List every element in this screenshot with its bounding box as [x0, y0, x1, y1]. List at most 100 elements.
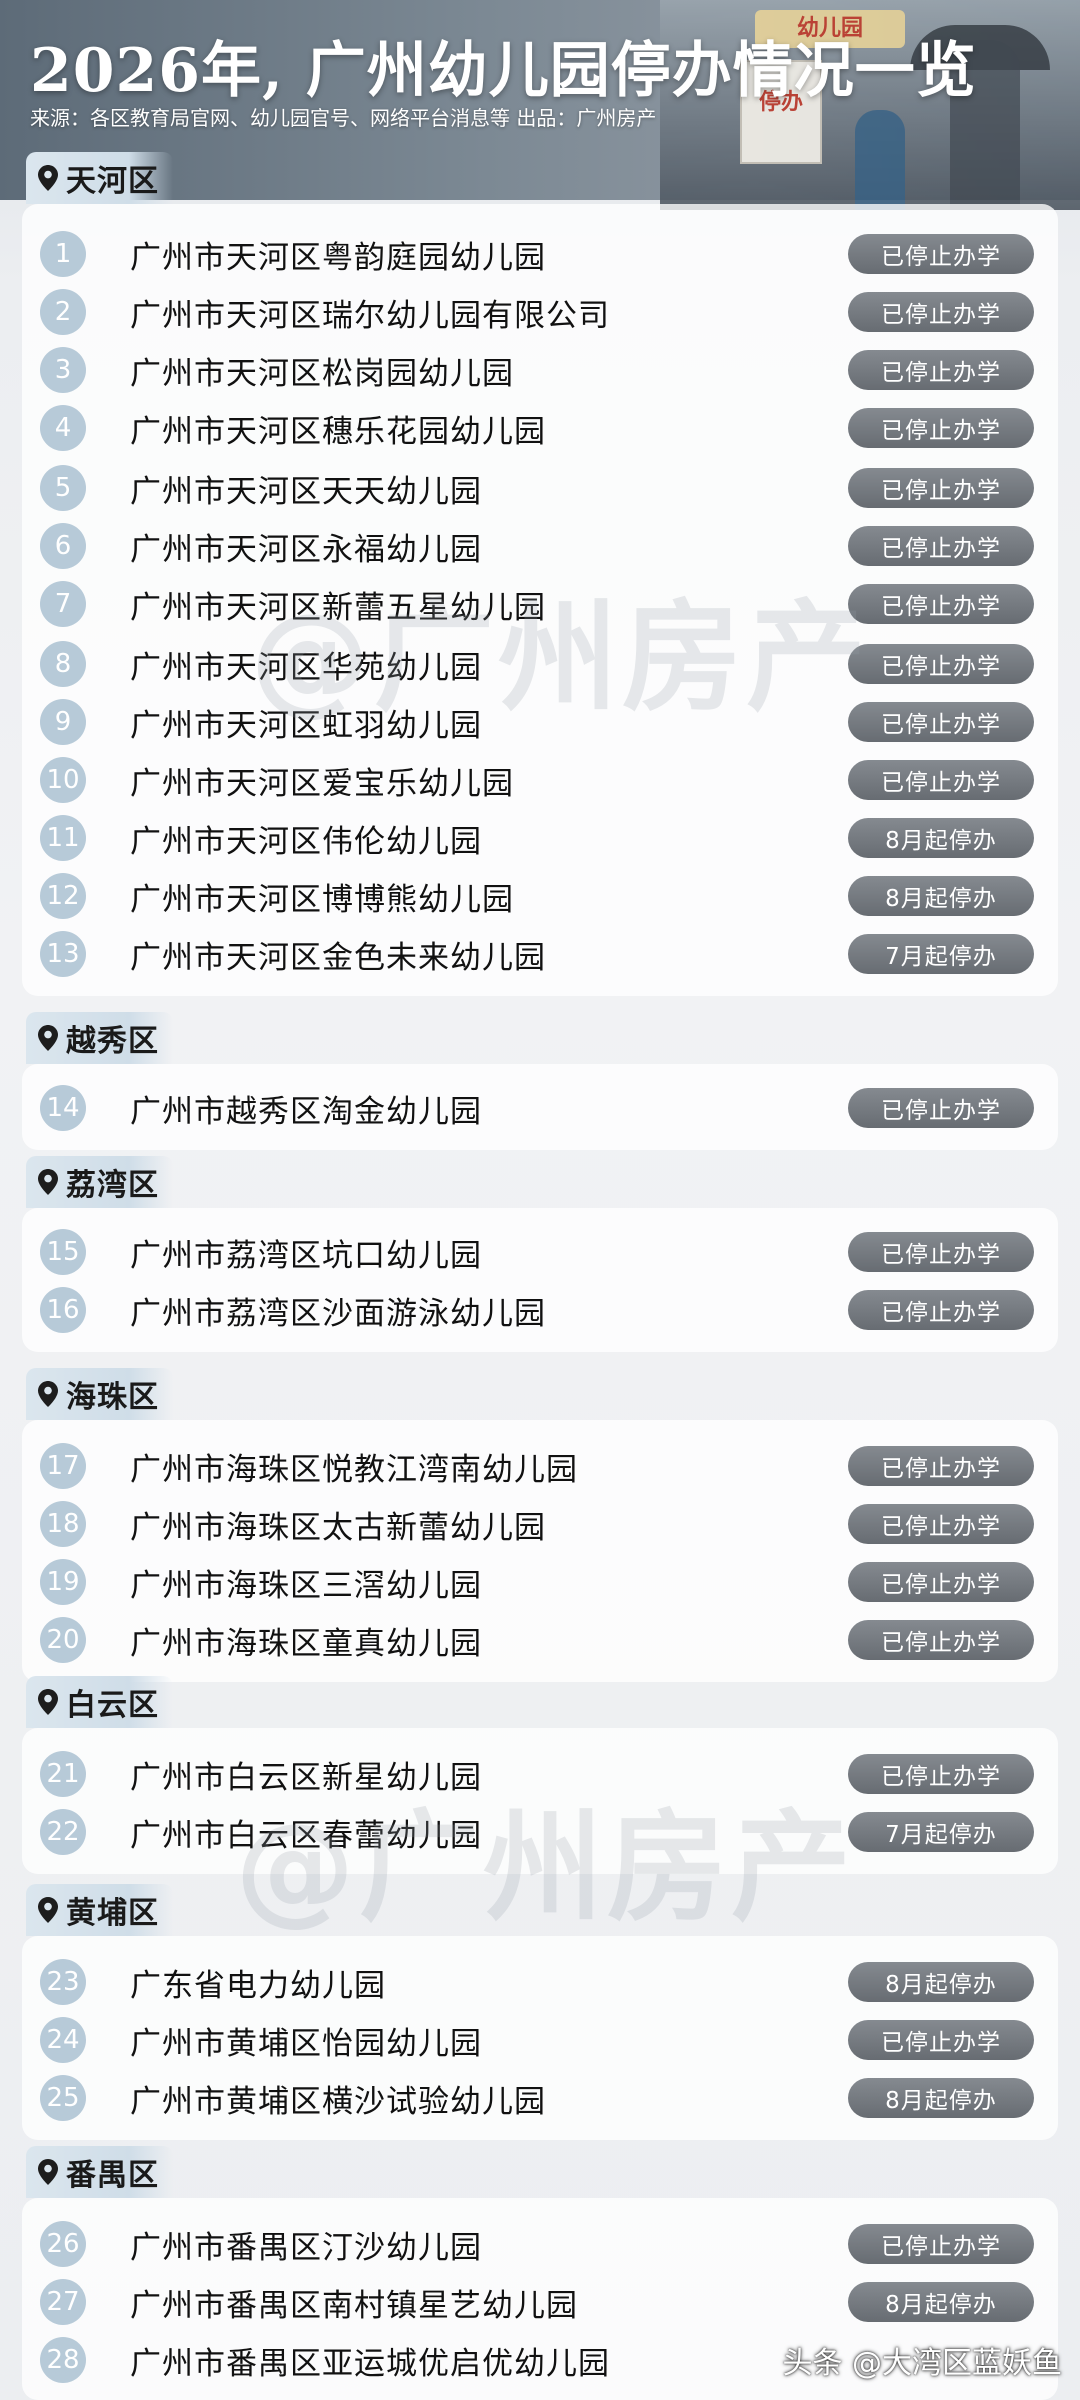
item-number: 19 — [40, 1559, 86, 1605]
map-pin-icon — [38, 1169, 58, 1195]
list-item: 10 广州市天河区爱宝乐幼儿园 已停止办学 — [40, 755, 1040, 805]
item-number: 3 — [40, 347, 86, 393]
status-badge: 7月起停办 — [848, 1812, 1034, 1852]
list-item: 14 广州市越秀区淘金幼儿园 已停止办学 — [40, 1083, 1040, 1133]
map-pin-icon — [38, 165, 58, 191]
list-item: 17 广州市海珠区悦教江湾南幼儿园 已停止办学 — [40, 1441, 1040, 1491]
kindergarten-name: 广州市黄埔区怡园幼儿园 — [130, 2025, 482, 2062]
kindergarten-name: 广州市天河区金色未来幼儿园 — [130, 939, 546, 976]
item-number: 5 — [40, 465, 86, 511]
item-number: 10 — [40, 757, 86, 803]
item-number: 9 — [40, 699, 86, 745]
status-badge: 已停止办学 — [848, 1446, 1034, 1486]
kindergarten-name: 广州市天河区穗乐花园幼儿园 — [130, 413, 546, 450]
district-tag: 黄埔区 — [26, 1884, 173, 1936]
item-number: 26 — [40, 2221, 86, 2267]
list-item: 25 广州市黄埔区横沙试验幼儿园 8月起停办 — [40, 2073, 1040, 2123]
item-number: 7 — [40, 581, 86, 627]
item-number: 6 — [40, 523, 86, 569]
status-badge: 已停止办学 — [848, 468, 1034, 508]
kindergarten-name: 广州市天河区天天幼儿园 — [130, 473, 482, 510]
item-number: 27 — [40, 2279, 86, 2325]
kindergarten-name: 广州市天河区瑞尔幼儿园有限公司 — [130, 297, 610, 334]
district-name: 天河区 — [66, 164, 159, 199]
item-number: 16 — [40, 1287, 86, 1333]
kindergarten-name: 广州市黄埔区横沙试验幼儿园 — [130, 2083, 546, 2120]
kindergarten-name: 广州市海珠区三滘幼儿园 — [130, 1567, 482, 1604]
kindergarten-name: 广州市番禺区亚运城优启优幼儿园 — [130, 2345, 610, 2382]
status-badge: 8月起停办 — [848, 1962, 1034, 2002]
status-badge: 7月起停办 — [848, 934, 1034, 974]
kindergarten-name: 广州市荔湾区坑口幼儿园 — [130, 1237, 482, 1274]
district-tag: 越秀区 — [26, 1012, 173, 1064]
kindergarten-name: 广州市天河区爱宝乐幼儿园 — [130, 765, 514, 802]
status-badge: 8月起停办 — [848, 2282, 1034, 2322]
list-item: 24 广州市黄埔区怡园幼儿园 已停止办学 — [40, 2015, 1040, 2065]
item-number: 28 — [40, 2337, 86, 2383]
list-item: 4 广州市天河区穗乐花园幼儿园 已停止办学 — [40, 403, 1040, 453]
watermark: @广州房产 — [250, 589, 870, 728]
kindergarten-name: 广州市天河区松岗园幼儿园 — [130, 355, 514, 392]
item-number: 1 — [40, 231, 86, 277]
list-item: 23 广东省电力幼儿园 8月起停办 — [40, 1957, 1040, 2007]
infographic-page: 幼儿园 停办 2026年, 广州幼儿园停办情况一览 来源：各区教育局官网、幼儿园… — [0, 0, 1080, 2400]
status-badge: 已停止办学 — [848, 644, 1034, 684]
status-badge: 已停止办学 — [848, 1620, 1034, 1660]
status-badge: 已停止办学 — [848, 2020, 1034, 2060]
list-item: 15 广州市荔湾区坑口幼儿园 已停止办学 — [40, 1227, 1040, 1277]
district-name: 白云区 — [66, 1688, 159, 1723]
district-name: 海珠区 — [66, 1380, 159, 1415]
item-number: 25 — [40, 2075, 86, 2121]
status-badge: 已停止办学 — [848, 2224, 1034, 2264]
item-number: 8 — [40, 641, 86, 687]
kindergarten-name: 广州市天河区伟伦幼儿园 — [130, 823, 482, 860]
kindergarten-name: 广州市天河区粤韵庭园幼儿园 — [130, 239, 546, 276]
status-badge: 已停止办学 — [848, 1504, 1034, 1544]
status-badge: 已停止办学 — [848, 584, 1034, 624]
map-pin-icon — [38, 1897, 58, 1923]
district-name: 番禺区 — [66, 2158, 159, 2193]
list-item: 16 广州市荔湾区沙面游泳幼儿园 已停止办学 — [40, 1285, 1040, 1335]
kindergarten-name: 广州市荔湾区沙面游泳幼儿园 — [130, 1295, 546, 1332]
status-badge: 已停止办学 — [848, 1290, 1034, 1330]
item-number: 14 — [40, 1085, 86, 1131]
watermark: @广州房产 — [235, 1799, 855, 1938]
author-credit: 头条 @大湾区蓝妖鱼 — [782, 2346, 1062, 2381]
list-item: 5 广州市天河区天天幼儿园 已停止办学 — [40, 463, 1040, 513]
item-number: 18 — [40, 1501, 86, 1547]
map-pin-icon — [38, 1689, 58, 1715]
item-number: 2 — [40, 289, 86, 335]
item-number: 13 — [40, 931, 86, 977]
status-badge: 已停止办学 — [848, 234, 1034, 274]
list-item: 3 广州市天河区松岗园幼儿园 已停止办学 — [40, 345, 1040, 395]
item-number: 15 — [40, 1229, 86, 1275]
kindergarten-name: 广州市天河区博博熊幼儿园 — [130, 881, 514, 918]
list-item: 26 广州市番禺区汀沙幼儿园 已停止办学 — [40, 2219, 1040, 2269]
status-badge: 已停止办学 — [848, 292, 1034, 332]
map-pin-icon — [38, 2159, 58, 2185]
kindergarten-name: 广州市番禺区汀沙幼儿园 — [130, 2229, 482, 2266]
list-item: 27 广州市番禺区南村镇星艺幼儿园 8月起停办 — [40, 2277, 1040, 2327]
district-tag: 海珠区 — [26, 1368, 173, 1420]
kindergarten-name: 广东省电力幼儿园 — [130, 1967, 386, 2004]
status-badge: 已停止办学 — [848, 1754, 1034, 1794]
status-badge: 已停止办学 — [848, 1088, 1034, 1128]
status-badge: 8月起停办 — [848, 876, 1034, 916]
status-badge: 已停止办学 — [848, 1232, 1034, 1272]
status-badge: 已停止办学 — [848, 702, 1034, 742]
item-number: 20 — [40, 1617, 86, 1663]
item-number: 11 — [40, 815, 86, 861]
kindergarten-name: 广州市海珠区悦教江湾南幼儿园 — [130, 1451, 578, 1488]
list-item: 1 广州市天河区粤韵庭园幼儿园 已停止办学 — [40, 229, 1040, 279]
item-number: 21 — [40, 1751, 86, 1797]
status-badge: 已停止办学 — [848, 350, 1034, 390]
status-badge: 8月起停办 — [848, 2078, 1034, 2118]
district-tag: 天河区 — [26, 152, 173, 204]
district-tag: 番禺区 — [26, 2146, 173, 2198]
list-item: 19 广州市海珠区三滘幼儿园 已停止办学 — [40, 1557, 1040, 1607]
district-name: 黄埔区 — [66, 1896, 159, 1931]
list-item: 13 广州市天河区金色未来幼儿园 7月起停办 — [40, 929, 1040, 979]
status-badge: 已停止办学 — [848, 760, 1034, 800]
page-title: 2026年, 广州幼儿园停办情况一览 — [30, 36, 977, 106]
list-item: 11 广州市天河区伟伦幼儿园 8月起停办 — [40, 813, 1040, 863]
